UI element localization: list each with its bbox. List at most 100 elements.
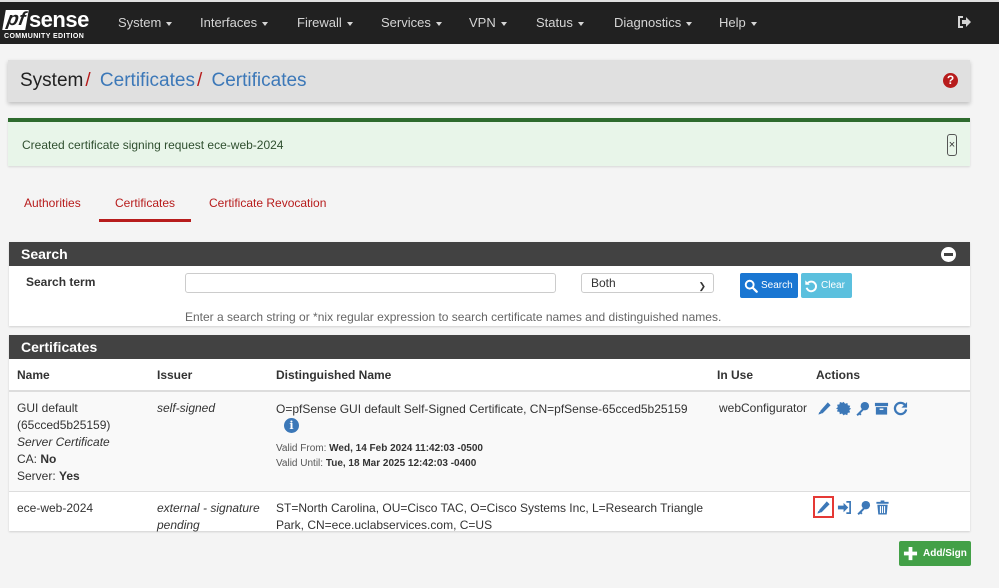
nav-firewall[interactable]: Firewall [297,15,353,30]
cert-server: Server: Yes [17,468,149,485]
nav-label: Services [381,15,431,30]
valid-from: Valid From: Wed, 14 Feb 2024 11:42:03 -0… [276,441,709,456]
nav-vpn[interactable]: VPN [469,15,507,30]
nav-services[interactable]: Services [381,15,442,30]
breadcrumb-certificates-link[interactable]: Certificates [100,70,195,91]
column-actions: Actions [808,359,970,392]
archive-icon[interactable] [873,400,890,417]
caret-down-icon [500,21,507,26]
column-name[interactable]: Name [9,359,149,392]
active-tab-indicator [99,219,191,222]
tab-authorities[interactable]: Authorities [24,196,81,210]
row-actions [816,400,970,417]
column-in-use[interactable]: In Use [709,359,808,392]
cert-in-use: webConfigurator [719,401,808,415]
breadcrumb-system: System [20,70,84,91]
clear-button[interactable]: Clear [801,273,852,298]
nav-label: Interfaces [200,15,258,30]
nav-help[interactable]: Help [719,15,757,30]
nav-label: VPN [469,15,496,30]
cert-dn: ST=North Carolina, OU=Cisco TAC, O=Cisco… [276,501,704,532]
search-panel-header: Search [9,242,970,266]
server-label: Server: [17,469,56,483]
cert-ca: CA: No [17,451,149,468]
search-panel-title: Search [21,246,68,262]
caret-down-icon [686,21,693,26]
nav-diagnostics[interactable]: Diagnostics [614,15,693,30]
logo-edition: COMMUNITY EDITION [4,33,85,40]
nav-label: Status [536,15,573,30]
chevron-down-icon: ❯ [698,281,706,291]
nav-interfaces[interactable]: Interfaces [200,15,269,30]
logo-sense: sense [28,7,89,32]
close-alert-button[interactable]: × [947,134,957,156]
nav-label: Help [719,15,746,30]
caret-down-icon [435,21,442,26]
pfsense-logo[interactable]: pf sense COMMUNITY EDITION [2,7,96,42]
valid-until: Valid Until: Tue, 18 Mar 2025 12:42:03 -… [276,456,709,471]
caret-down-icon [166,21,173,26]
cert-issuer: self-signed [157,401,216,415]
breadcrumb: System / Certificates / Certificates [20,70,307,92]
search-button[interactable]: Search [740,273,798,298]
search-scope-select[interactable]: Both ❯ [581,273,714,293]
top-navbar: pf sense COMMUNITY EDITION System Interf… [0,0,999,44]
logo-pf: pf [2,9,29,30]
nav-label: Firewall [297,15,342,30]
nav-label: System [118,15,162,30]
valid-until-value: Tue, 18 Mar 2025 12:42:03 -0400 [325,458,477,469]
undo-icon [805,279,818,292]
plus-icon [903,546,918,561]
breadcrumb-certificates-current[interactable]: Certificates [212,70,307,91]
search-scope-value: Both [591,276,616,290]
valid-from-label: Valid From: [276,443,327,454]
server-value: Yes [59,469,80,483]
nav-status[interactable]: Status [536,15,584,30]
success-alert: Created certificate signing request ece-… [8,118,970,166]
breadcrumb-panel: System / Certificates / Certificates ? [8,60,970,102]
certificates-panel-title: Certificates [21,339,98,355]
alert-message: Created certificate signing request ece-… [22,138,284,152]
ca-label: CA: [17,452,38,466]
table-row: ece-web-2024 external - signature pendin… [9,492,970,541]
breadcrumb-separator: / [85,70,91,91]
search-icon [744,279,758,293]
key-icon[interactable] [854,400,871,417]
cert-name: GUI default [17,401,78,415]
sign-out-icon[interactable] [956,14,972,30]
add-sign-button[interactable]: Add/Sign [899,541,971,566]
cert-id: (65cced5b25159) [17,418,111,432]
column-issuer[interactable]: Issuer [149,359,268,392]
edit-icon[interactable] [813,496,834,518]
minus-circle-icon[interactable] [941,247,956,262]
sign-in-icon[interactable] [836,499,853,516]
search-button-label: Search [761,280,793,291]
valid-until-label: Valid Until: [276,458,324,469]
caret-down-icon [577,21,584,26]
tab-certificate-revocation[interactable]: Certificate Revocation [209,196,326,210]
search-input[interactable] [185,273,556,293]
caret-down-icon [750,21,757,26]
certificate-icon[interactable] [835,400,852,417]
column-distinguished-name[interactable]: Distinguished Name [268,359,709,392]
caret-down-icon [262,21,269,26]
nav-label: Diagnostics [614,15,682,30]
trash-icon[interactable] [874,499,891,516]
certificates-panel: Certificates Name Issuer Distinguished N… [9,335,970,532]
cert-issuer: external - signature pending [157,501,260,532]
edit-icon[interactable] [816,400,833,417]
renew-icon[interactable] [892,400,909,417]
help-icon[interactable]: ? [943,73,958,88]
cert-type: Server Certificate [17,435,110,449]
cert-name: ece-web-2024 [17,501,94,515]
search-panel: Search Search term Both ❯ Search Clear E… [9,242,970,326]
nav-system[interactable]: System [118,15,173,30]
key-icon[interactable] [855,499,872,516]
search-hint: Enter a search string or *nix regular ex… [185,310,722,324]
table-header-row: Name Issuer Distinguished Name In Use Ac… [9,359,970,392]
tab-certificates[interactable]: Certificates [115,196,175,210]
clear-button-label: Clear [821,280,845,291]
info-icon[interactable]: i [284,418,299,433]
caret-down-icon [346,21,353,26]
table-row: GUI default (65cced5b25159) Server Certi… [9,391,970,492]
